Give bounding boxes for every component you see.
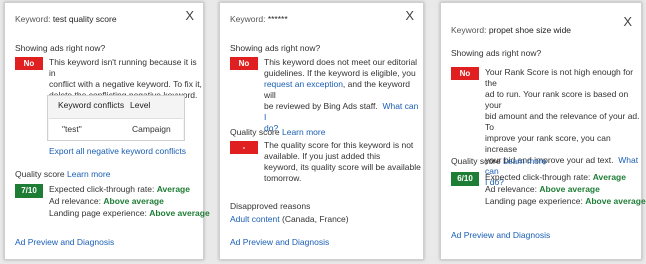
table-cell-level: Campaign bbox=[132, 124, 171, 135]
status-message-line: be reviewed by Bing Ads staff. What can … bbox=[264, 101, 423, 123]
quality-score-message: The quality score for this keyword is no… bbox=[264, 140, 421, 184]
keyword-status-panel-3: Keyword: propet shoe size wide X Showing… bbox=[440, 2, 646, 260]
quality-message-line: tomorrow. bbox=[264, 173, 302, 183]
landing-page-metric: Landing page experience: Above average bbox=[49, 208, 210, 219]
status-badge: No bbox=[15, 57, 43, 70]
keyword-conflicts-table: Keyword conflicts Level "test" Campaign bbox=[47, 95, 185, 141]
relevance-metric: Ad relevance: Above average bbox=[485, 184, 600, 195]
status-badge: No bbox=[451, 67, 479, 80]
landing-page-value: Above average bbox=[149, 208, 210, 218]
status-message: This keyword does not meet our editorial… bbox=[264, 57, 423, 134]
table-header-keyword-conflicts: Keyword conflicts bbox=[58, 100, 125, 110]
status-message-line: This keyword isn't running because it is… bbox=[49, 57, 197, 78]
landing-page-label: Landing page experience: bbox=[485, 196, 583, 206]
quality-message-line: available. If you just added this bbox=[264, 151, 381, 161]
disapproved-reason: Adult content (Canada, France) bbox=[230, 214, 349, 225]
close-button[interactable]: X bbox=[623, 15, 632, 28]
landing-page-value: Above average bbox=[585, 196, 646, 206]
relevance-metric: Ad relevance: Above average bbox=[49, 196, 164, 207]
quality-score-label: Quality score Learn more bbox=[230, 127, 325, 138]
quality-score-text: Quality score bbox=[230, 127, 280, 137]
quality-score-label: Quality score Learn more bbox=[451, 156, 546, 167]
status-message-line: request an exception, and the keyword wi… bbox=[264, 79, 423, 101]
quality-score-text: Quality score bbox=[451, 156, 501, 166]
ad-preview-diagnosis-link[interactable]: Ad Preview and Diagnosis bbox=[230, 237, 329, 248]
quality-score-text: Quality score bbox=[15, 169, 65, 179]
keyword-line: Keyword: ****** bbox=[230, 14, 288, 25]
keyword-line: Keyword: propet shoe size wide bbox=[451, 25, 571, 36]
keyword-status-panel-2: Keyword: ****** X Showing ads right now?… bbox=[219, 2, 424, 260]
status-message-text: be reviewed by Bing Ads staff. bbox=[264, 101, 378, 111]
relevance-value: Above average bbox=[103, 196, 164, 206]
close-button[interactable]: X bbox=[185, 9, 194, 22]
landing-page-metric: Landing page experience: Above average bbox=[485, 196, 646, 207]
status-message-line: improve your rank score, you can increas… bbox=[485, 133, 611, 154]
learn-more-link[interactable]: Learn more bbox=[282, 127, 325, 137]
status-badge: No bbox=[230, 57, 258, 70]
learn-more-link[interactable]: Learn more bbox=[503, 156, 546, 166]
quality-message-line: The quality score for this keyword is no… bbox=[264, 140, 414, 150]
keyword-status-panel-1: Keyword: test quality score X Showing ad… bbox=[4, 2, 210, 260]
relevance-label: Ad relevance: bbox=[49, 196, 101, 206]
adult-content-link[interactable]: Adult content bbox=[230, 214, 280, 224]
status-message-line: bid amount and the relevance of your ad.… bbox=[485, 111, 640, 132]
status-message-line: This keyword does not meet our editorial bbox=[264, 57, 418, 67]
status-message-line: guidelines. If the keyword is eligible, … bbox=[264, 68, 416, 78]
export-conflicts-link[interactable]: Export all negative keyword conflicts bbox=[49, 146, 186, 157]
keyword-label: Keyword: bbox=[451, 25, 487, 35]
ctr-value: Average bbox=[156, 184, 190, 194]
showing-ads-label: Showing ads right now? bbox=[15, 43, 106, 53]
keyword-value: test quality score bbox=[52, 14, 117, 24]
landing-page-label: Landing page experience: bbox=[49, 208, 147, 218]
ctr-metric: Expected click-through rate: Average bbox=[485, 172, 626, 183]
ad-preview-diagnosis-link[interactable]: Ad Preview and Diagnosis bbox=[15, 237, 114, 248]
keyword-label: Keyword: bbox=[15, 14, 51, 24]
ctr-label: Expected click-through rate: bbox=[485, 172, 591, 182]
quality-message-line: keyword, its quality score will be avail… bbox=[264, 162, 421, 172]
quality-score-badge: 7/10 bbox=[15, 184, 43, 198]
close-button[interactable]: X bbox=[405, 9, 414, 22]
table-cell-keyword: "test" bbox=[62, 124, 82, 135]
table-header-level: Level bbox=[130, 100, 151, 110]
showing-ads-label: Showing ads right now? bbox=[230, 43, 321, 53]
learn-more-link[interactable]: Learn more bbox=[67, 169, 110, 179]
keyword-value: ****** bbox=[267, 14, 288, 24]
showing-ads-label: Showing ads right now? bbox=[451, 48, 542, 58]
relevance-label: Ad relevance: bbox=[485, 184, 537, 194]
status-message-line: conflict with a negative keyword. To fix… bbox=[49, 79, 202, 89]
ad-preview-diagnosis-link[interactable]: Ad Preview and Diagnosis bbox=[451, 230, 550, 241]
ctr-label: Expected click-through rate: bbox=[49, 184, 155, 194]
ctr-metric: Expected click-through rate: Average bbox=[49, 184, 190, 195]
ctr-value: Average bbox=[592, 172, 626, 182]
quality-score-badge: 6/10 bbox=[451, 172, 479, 186]
status-message-line: ad to run. Your rank score is based on y… bbox=[485, 89, 629, 110]
keyword-line: Keyword: test quality score bbox=[15, 14, 117, 25]
request-exception-link[interactable]: request an exception bbox=[264, 79, 343, 89]
keyword-value: propet shoe size wide bbox=[488, 25, 572, 35]
keyword-label: Keyword: bbox=[230, 14, 266, 24]
quality-score-badge: - bbox=[230, 141, 258, 154]
quality-score-label: Quality score Learn more bbox=[15, 169, 110, 180]
status-message-line: Your Rank Score is not high enough for t… bbox=[485, 67, 634, 88]
status-message: Your Rank Score is not high enough for t… bbox=[485, 67, 641, 188]
disapproved-regions: (Canada, France) bbox=[279, 214, 349, 224]
relevance-value: Above average bbox=[539, 184, 600, 194]
disapproved-reasons-label: Disapproved reasons bbox=[230, 201, 311, 211]
